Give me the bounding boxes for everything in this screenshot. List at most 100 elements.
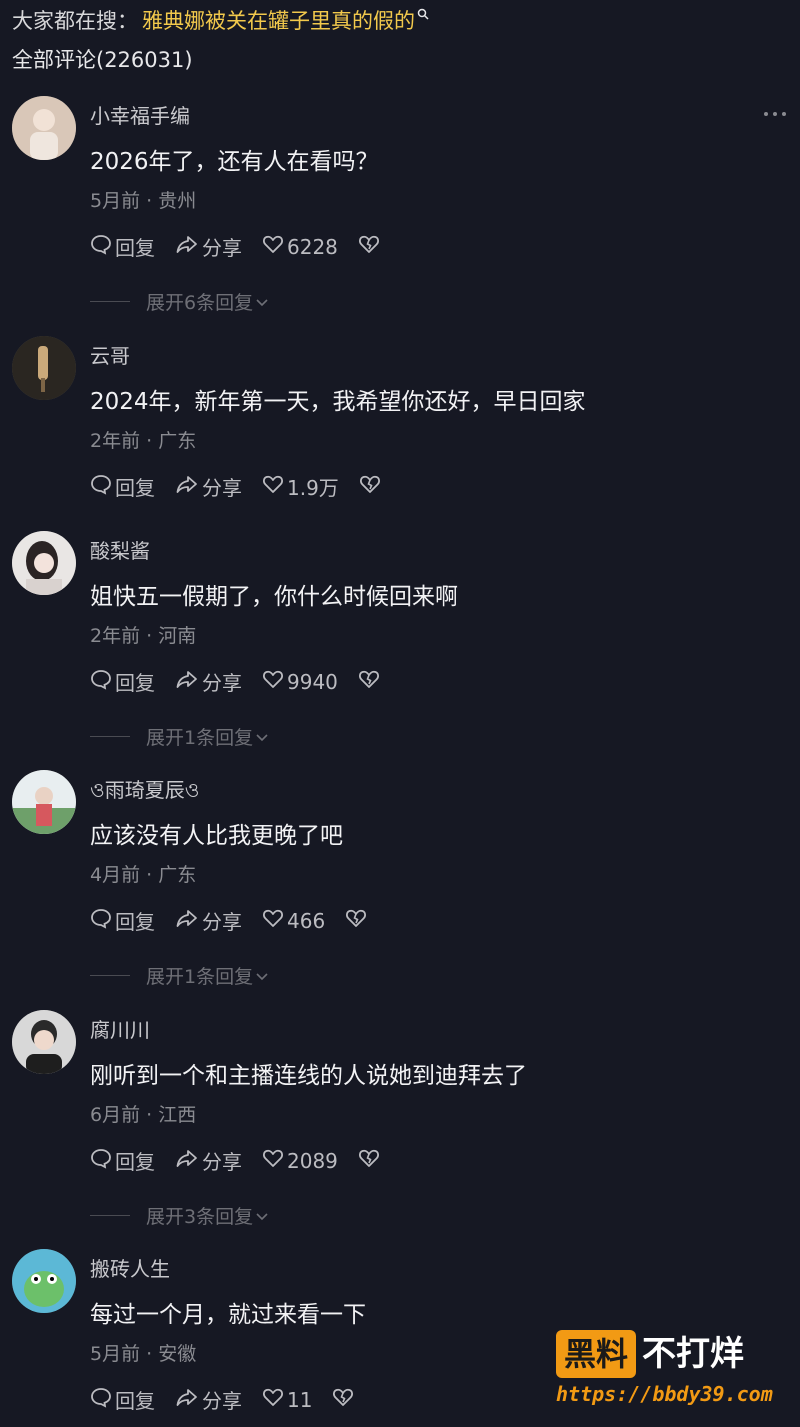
- dislike-button[interactable]: [358, 234, 383, 259]
- like-button[interactable]: 2089: [262, 1148, 338, 1173]
- like-count: 9940: [287, 669, 338, 694]
- chat-bubble-icon: [90, 907, 115, 934]
- share-arrow-icon: [175, 1147, 202, 1174]
- comment-text: 每过一个月，就过来看一下: [90, 1302, 366, 1328]
- like-button[interactable]: 1.9万: [262, 472, 339, 501]
- comment-actions: 回复 分享 466: [90, 906, 390, 935]
- comment-text: 应该没有人比我更晚了吧: [90, 823, 343, 849]
- reply-label: 回复: [115, 671, 155, 695]
- like-count: 2089: [287, 1148, 338, 1173]
- comment-actions: 回复 分享 1.9万: [90, 472, 404, 501]
- heart-icon: [262, 474, 287, 499]
- chevron-down-icon: [253, 726, 269, 748]
- reply-label: 回复: [115, 1389, 155, 1413]
- like-button[interactable]: 11: [262, 1387, 312, 1412]
- like-button[interactable]: 466: [262, 908, 325, 933]
- like-button[interactable]: 9940: [262, 669, 338, 694]
- more-icon[interactable]: [762, 108, 788, 120]
- comment-meta: 4月前 · 广东: [90, 864, 197, 886]
- search-suggestion-query[interactable]: 雅典娜被关在罐子里真的假的: [142, 5, 415, 35]
- heart-icon: [262, 234, 287, 259]
- chat-bubble-icon: [90, 233, 115, 260]
- watermark: 黑料 不打烊 https://bbdy39.com: [556, 1330, 792, 1416]
- share-label: 分享: [202, 910, 242, 934]
- watermark-badge: 黑料: [556, 1330, 637, 1378]
- expand-replies-button[interactable]: 展开6条回复: [90, 288, 269, 315]
- broken-heart-icon: [358, 1148, 383, 1173]
- watermark-url: https://bbdy39.com: [556, 1382, 773, 1406]
- share-label: 分享: [202, 476, 242, 500]
- expand-replies-label: 展开6条回复: [146, 292, 254, 314]
- avatar[interactable]: [12, 531, 76, 595]
- comment-username[interactable]: ও雨琦夏辰ও: [90, 774, 199, 809]
- dislike-button[interactable]: [332, 1387, 357, 1412]
- reply-button[interactable]: 回复: [90, 906, 155, 935]
- comment-text: 刚听到一个和主播连线的人说她到迪拜去了: [90, 1063, 527, 1089]
- expand-replies-label: 展开1条回复: [146, 966, 254, 988]
- expand-replies-label: 展开1条回复: [146, 727, 254, 749]
- comment-username[interactable]: 酸梨酱: [90, 535, 150, 564]
- comment-text: 姐快五一假期了，你什么时候回来啊: [90, 584, 458, 610]
- share-button[interactable]: 分享: [175, 472, 242, 501]
- comment-meta: 6月前 · 江西: [90, 1104, 197, 1126]
- comment-username[interactable]: 云哥: [90, 340, 130, 369]
- search-suggestion[interactable]: 大家都在搜： 雅典娜被关在罐子里真的假的: [12, 4, 429, 36]
- comment-meta: 2年前 · 广东: [90, 430, 197, 452]
- avatar[interactable]: [12, 336, 76, 400]
- reply-button[interactable]: 回复: [90, 1146, 155, 1175]
- heart-icon: [262, 1387, 287, 1412]
- reply-button[interactable]: 回复: [90, 667, 155, 696]
- reply-button[interactable]: 回复: [90, 232, 155, 261]
- like-count: 466: [287, 908, 326, 933]
- comment-username[interactable]: 搬砖人生: [90, 1253, 170, 1282]
- share-button[interactable]: 分享: [175, 667, 242, 696]
- comment-meta: 2年前 · 河南: [90, 625, 197, 647]
- comment-meta: 5月前 · 安徽: [90, 1343, 197, 1365]
- comment-username[interactable]: 腐川川: [90, 1014, 150, 1043]
- like-button[interactable]: 6228: [262, 234, 338, 259]
- share-arrow-icon: [175, 668, 202, 695]
- chevron-down-icon: [253, 965, 269, 987]
- dislike-button[interactable]: [359, 474, 384, 499]
- broken-heart-icon: [345, 908, 370, 933]
- avatar[interactable]: [12, 770, 76, 834]
- expand-replies-button[interactable]: 展开1条回复: [90, 723, 269, 750]
- search-suggestion-label: 大家都在搜：: [12, 9, 138, 33]
- divider-line: [90, 301, 130, 302]
- reply-label: 回复: [115, 910, 155, 934]
- share-label: 分享: [202, 1389, 242, 1413]
- share-button[interactable]: 分享: [175, 232, 242, 261]
- avatar[interactable]: [12, 1010, 76, 1074]
- comment-username[interactable]: 小幸福手编: [90, 100, 190, 129]
- avatar[interactable]: [12, 96, 76, 160]
- comments-header: 全部评论(226031): [12, 48, 193, 72]
- broken-heart-icon: [358, 234, 383, 259]
- dislike-button[interactable]: [345, 908, 370, 933]
- share-button[interactable]: 分享: [175, 906, 242, 935]
- share-button[interactable]: 分享: [175, 1385, 242, 1414]
- reply-label: 回复: [115, 1150, 155, 1174]
- share-button[interactable]: 分享: [175, 1146, 242, 1175]
- expand-replies-button[interactable]: 展开3条回复: [90, 1202, 269, 1229]
- reply-button[interactable]: 回复: [90, 472, 155, 501]
- chat-bubble-icon: [90, 668, 115, 695]
- heart-icon: [262, 1148, 287, 1173]
- divider-line: [90, 736, 130, 737]
- reply-label: 回复: [115, 476, 155, 500]
- expand-replies-button[interactable]: 展开1条回复: [90, 962, 269, 989]
- expand-replies-label: 展开3条回复: [146, 1206, 254, 1228]
- comment-actions: 回复 分享 11: [90, 1385, 377, 1414]
- comment-text: 2026年了，还有人在看吗？: [90, 149, 379, 175]
- share-arrow-icon: [175, 907, 202, 934]
- dislike-button[interactable]: [358, 669, 383, 694]
- dislike-button[interactable]: [358, 1148, 383, 1173]
- reply-label: 回复: [115, 236, 155, 260]
- broken-heart-icon: [332, 1387, 357, 1412]
- heart-icon: [262, 669, 287, 694]
- search-icon[interactable]: [417, 1, 429, 25]
- chevron-down-icon: [253, 291, 269, 313]
- divider-line: [90, 975, 130, 976]
- share-label: 分享: [202, 1150, 242, 1174]
- avatar[interactable]: [12, 1249, 76, 1313]
- reply-button[interactable]: 回复: [90, 1385, 155, 1414]
